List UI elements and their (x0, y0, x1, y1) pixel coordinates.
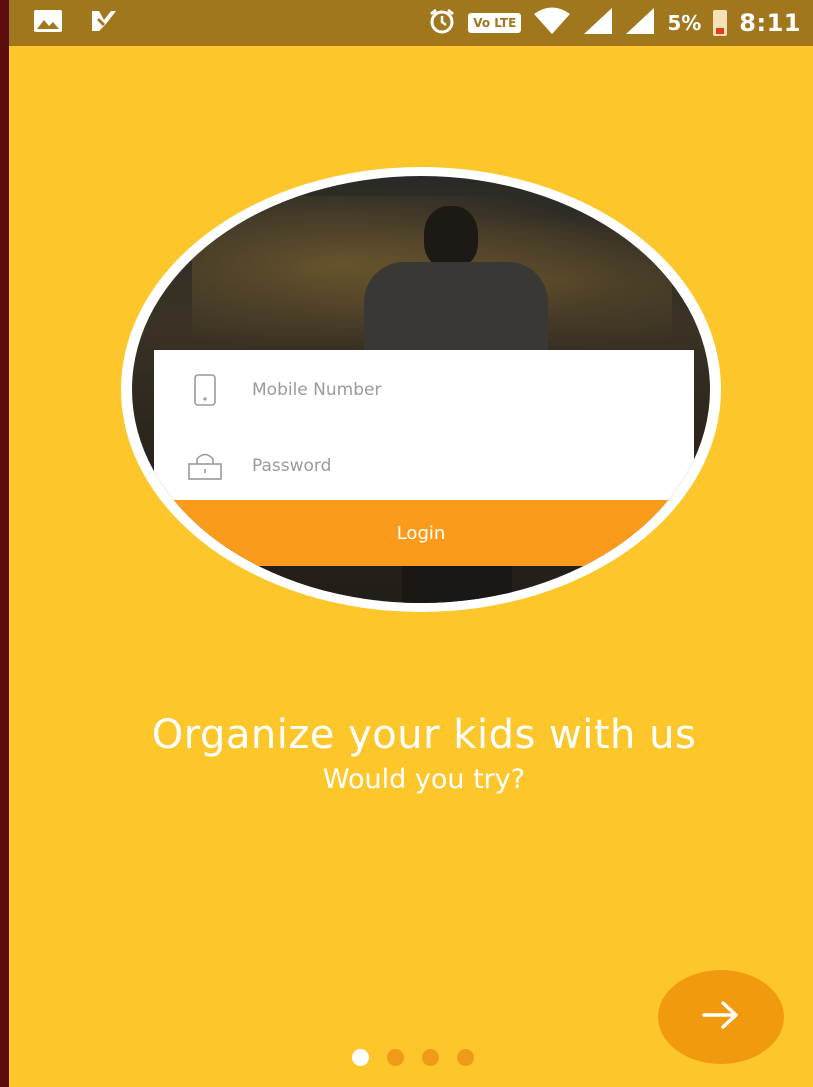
arrow-right-icon (701, 999, 741, 1035)
battery-percent: 5% (667, 11, 702, 35)
illustration-circle: Mobile Number Password Login (121, 167, 721, 612)
onboarding-title: Organize your kids with us (151, 712, 697, 758)
login-form-preview: Mobile Number Password (154, 350, 694, 500)
password-placeholder: Password (252, 456, 332, 476)
notification-icon (89, 8, 119, 38)
illustration-photo: Mobile Number Password Login (132, 176, 710, 603)
page-dot-active (352, 1049, 369, 1066)
signal-icon (625, 7, 655, 39)
lock-icon (186, 447, 224, 485)
status-left (33, 10, 119, 36)
password-field-preview: Password (154, 436, 694, 496)
gallery-icon (33, 9, 63, 37)
device-frame: Vo LTE 5% 8:11 Mobile Number Password Lo… (0, 0, 813, 1087)
wifi-icon (533, 7, 571, 39)
clock: 8:11 (739, 9, 801, 37)
next-button[interactable] (658, 970, 784, 1064)
status-bar: Vo LTE 5% 8:11 (9, 0, 813, 46)
login-button-preview: Login (132, 500, 710, 566)
onboarding-subtitle: Would you try? (322, 764, 526, 795)
person-head (424, 206, 478, 268)
mobile-placeholder: Mobile Number (252, 380, 382, 400)
mobile-field-preview: Mobile Number (154, 360, 694, 420)
signal-icon (583, 7, 613, 39)
alarm-icon (428, 7, 456, 39)
status-right: Vo LTE 5% 8:11 (428, 7, 801, 39)
volte-badge: Vo LTE (468, 13, 522, 33)
page-dot (387, 1049, 404, 1066)
battery-low-icon (713, 10, 728, 36)
page-indicator (352, 1049, 474, 1066)
page-dot (457, 1049, 474, 1066)
page-dot (422, 1049, 439, 1066)
phone-icon (186, 371, 224, 409)
screen: Vo LTE 5% 8:11 Mobile Number Password Lo… (9, 0, 813, 1087)
